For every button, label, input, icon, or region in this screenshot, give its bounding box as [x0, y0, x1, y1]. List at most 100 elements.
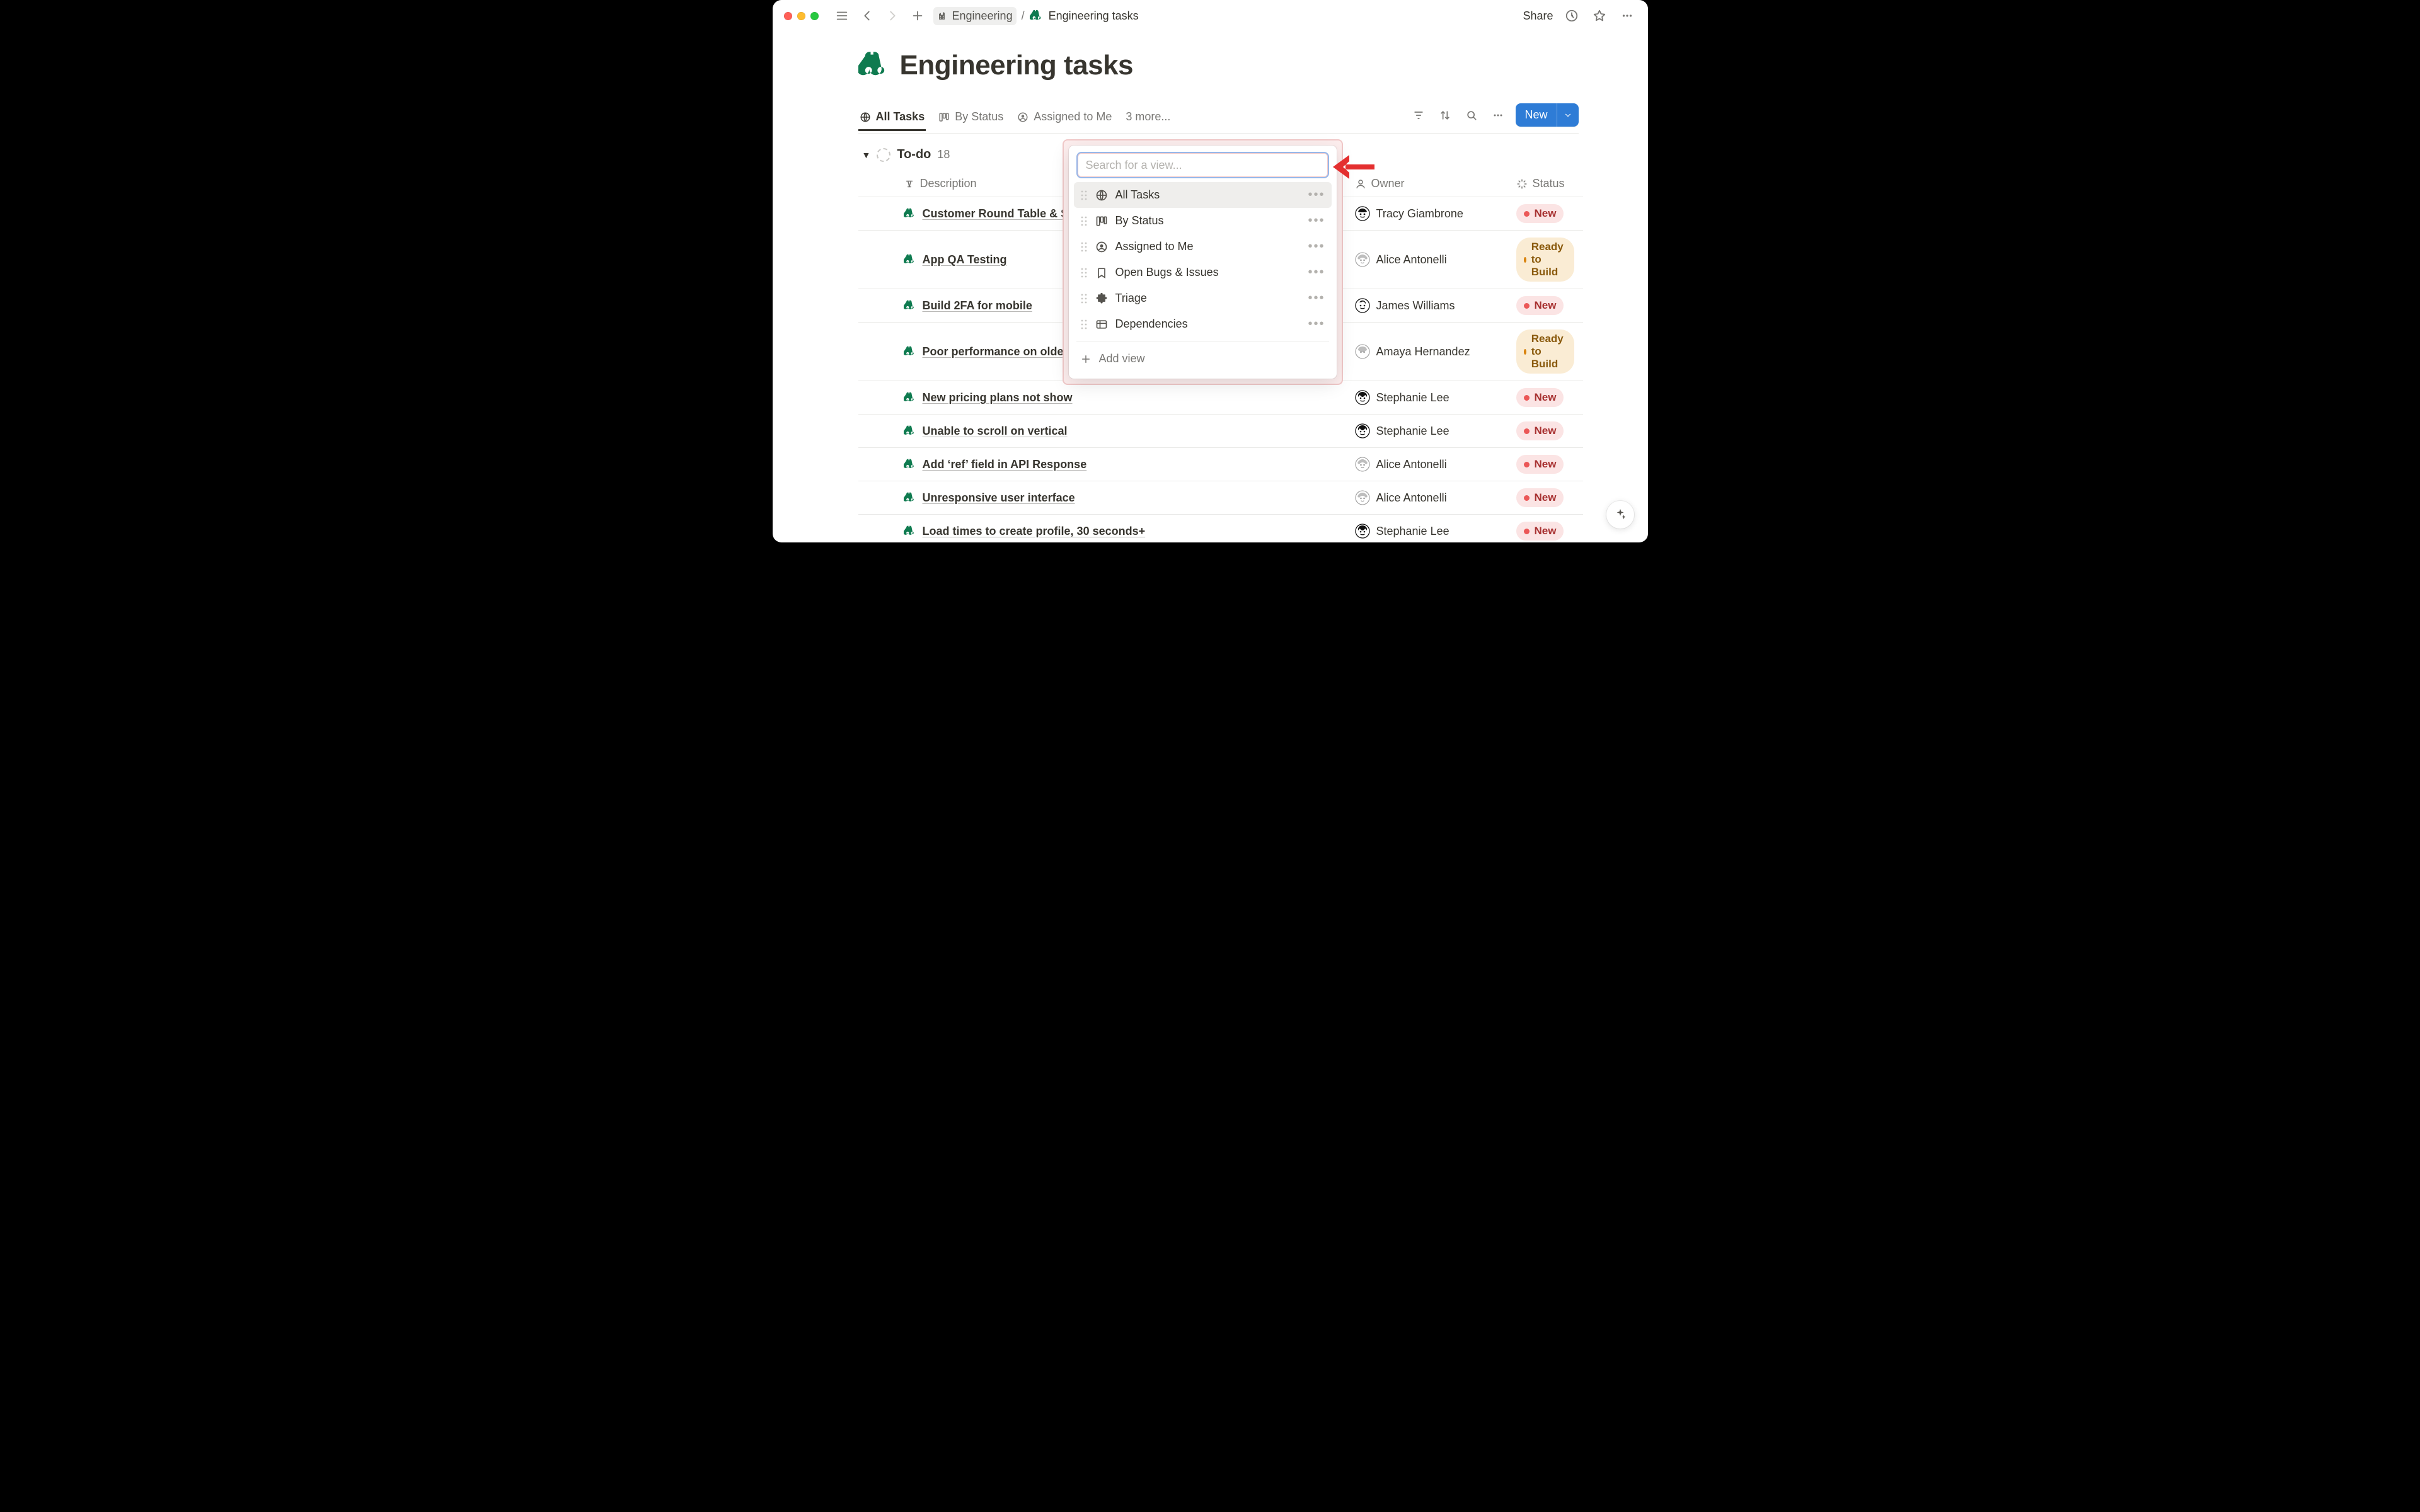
nav-back-icon[interactable]	[858, 6, 877, 25]
table-row-status[interactable]: New	[1507, 289, 1583, 323]
view-option[interactable]: Dependencies•••	[1074, 311, 1332, 337]
ai-assist-button[interactable]	[1606, 501, 1634, 529]
col-owner[interactable]: Owner	[1346, 171, 1507, 197]
view-option-more-icon[interactable]: •••	[1308, 265, 1325, 280]
table-row-owner[interactable]: Stephanie Lee	[1346, 381, 1507, 415]
view-options-icon[interactable]	[1489, 106, 1507, 124]
plus-icon	[1080, 353, 1092, 365]
text-prop-icon	[904, 178, 915, 190]
avatar	[1355, 390, 1370, 405]
table-row-status[interactable]: Ready to Build	[1507, 231, 1583, 289]
group-count: 18	[937, 148, 950, 161]
view-option[interactable]: All Tasks•••	[1074, 182, 1332, 208]
view-tab-by-status[interactable]: By Status	[937, 105, 1005, 131]
binoculars-icon	[904, 425, 916, 437]
nav-forward-icon[interactable]	[883, 6, 902, 25]
status-badge: New	[1516, 296, 1564, 315]
window-minimize[interactable]	[797, 12, 805, 20]
breadcrumb-parent-label: Engineering	[952, 9, 1013, 23]
puzzle-icon	[1095, 292, 1108, 305]
breadcrumb-current[interactable]: Engineering tasks	[1030, 9, 1139, 23]
board-icon	[1095, 215, 1108, 227]
disclosure-triangle-icon[interactable]: ▼	[862, 150, 871, 160]
table-row-status[interactable]: Ready to Build	[1507, 323, 1583, 381]
view-search-input[interactable]	[1078, 153, 1328, 177]
share-button[interactable]: Share	[1523, 9, 1553, 23]
view-search-dropdown: All Tasks•••By Status•••Assigned to Me••…	[1069, 146, 1337, 379]
views-more[interactable]: 3 more...	[1124, 105, 1172, 131]
table-row-status[interactable]: New	[1507, 481, 1583, 515]
new-page-icon[interactable]	[908, 6, 927, 25]
status-badge: Ready to Build	[1516, 238, 1574, 282]
drag-handle-icon[interactable]	[1080, 190, 1088, 201]
table-row-owner[interactable]: Alice Antonelli	[1346, 448, 1507, 481]
page-icon[interactable]	[858, 49, 891, 82]
new-button[interactable]: New	[1516, 103, 1578, 127]
window-zoom[interactable]	[810, 12, 819, 20]
view-option[interactable]: By Status•••	[1074, 208, 1332, 234]
table-row-owner[interactable]: Stephanie Lee	[1346, 515, 1507, 542]
favorite-icon[interactable]	[1590, 6, 1609, 25]
annotation-highlight: All Tasks•••By Status•••Assigned to Me••…	[1063, 139, 1343, 385]
bookmark-icon	[1095, 266, 1108, 279]
add-view-button[interactable]: Add view	[1074, 345, 1332, 372]
drag-handle-icon[interactable]	[1080, 241, 1088, 253]
updates-icon[interactable]	[1562, 6, 1581, 25]
table-row-desc[interactable]: Add ‘ref’ field in API Response	[895, 448, 1346, 481]
table-row-desc[interactable]: New pricing plans not show	[895, 381, 1346, 415]
view-option[interactable]: Triage•••	[1074, 285, 1332, 311]
view-option-more-icon[interactable]: •••	[1308, 188, 1325, 202]
sidebar-toggle-icon[interactable]	[833, 6, 851, 25]
table-row-status[interactable]: New	[1507, 197, 1583, 231]
table-row-desc[interactable]: Load times to create profile, 30 seconds…	[895, 515, 1346, 542]
sort-icon[interactable]	[1436, 106, 1454, 124]
table-row-status[interactable]: New	[1507, 381, 1583, 415]
drag-handle-icon[interactable]	[1080, 215, 1088, 227]
table-row-owner[interactable]: Alice Antonelli	[1346, 481, 1507, 515]
empty-status-icon	[877, 148, 890, 162]
search-icon[interactable]	[1463, 106, 1480, 124]
table-row-status[interactable]: New	[1507, 415, 1583, 448]
table-row-owner[interactable]: Amaya Hernandez	[1346, 323, 1507, 381]
table-row-owner[interactable]: Alice Antonelli	[1346, 231, 1507, 289]
page-title-text[interactable]: Engineering tasks	[900, 50, 1134, 81]
page-title: Engineering tasks	[858, 49, 1579, 82]
col-status[interactable]: Status	[1507, 171, 1583, 197]
binoculars-icon	[904, 299, 916, 312]
view-option[interactable]: Assigned to Me•••	[1074, 234, 1332, 260]
drag-handle-icon[interactable]	[1080, 293, 1088, 304]
table-row-desc[interactable]: Unresponsive user interface	[895, 481, 1346, 515]
avatar	[1355, 298, 1370, 313]
view-tab-assigned-to-me[interactable]: Assigned to Me	[1016, 105, 1113, 131]
filter-icon[interactable]	[1410, 106, 1427, 124]
view-option-more-icon[interactable]: •••	[1308, 214, 1325, 228]
new-button-caret[interactable]	[1557, 103, 1579, 127]
status-prop-icon	[1516, 178, 1528, 190]
globe-icon	[860, 112, 871, 123]
status-badge: Ready to Build	[1516, 329, 1574, 374]
group-name: To-do	[897, 147, 931, 162]
view-option[interactable]: Open Bugs & Issues•••	[1074, 260, 1332, 285]
view-tab-all-tasks[interactable]: All Tasks	[858, 105, 926, 131]
drag-handle-icon[interactable]	[1080, 319, 1088, 330]
view-option-more-icon[interactable]: •••	[1308, 239, 1325, 254]
drag-handle-icon[interactable]	[1080, 267, 1088, 278]
breadcrumb: Engineering / Engineering tasks	[933, 7, 1139, 25]
breadcrumb-parent[interactable]: Engineering	[933, 7, 1017, 25]
table-row-status[interactable]: New	[1507, 448, 1583, 481]
avatar	[1355, 252, 1370, 267]
table-row-owner[interactable]: Tracy Giambrone	[1346, 197, 1507, 231]
table-row-desc[interactable]: Unable to scroll on vertical	[895, 415, 1346, 448]
binoculars-icon	[904, 391, 916, 404]
view-option-more-icon[interactable]: •••	[1308, 291, 1325, 306]
window-close[interactable]	[784, 12, 792, 20]
more-icon[interactable]	[1618, 6, 1637, 25]
table-row-status[interactable]: New	[1507, 515, 1583, 542]
view-option-more-icon[interactable]: •••	[1308, 317, 1325, 331]
relation-icon	[1095, 318, 1108, 331]
avatar	[1355, 490, 1370, 505]
globe-icon	[1095, 189, 1108, 202]
breadcrumb-separator: /	[1022, 9, 1025, 23]
table-row-owner[interactable]: James Williams	[1346, 289, 1507, 323]
table-row-owner[interactable]: Stephanie Lee	[1346, 415, 1507, 448]
